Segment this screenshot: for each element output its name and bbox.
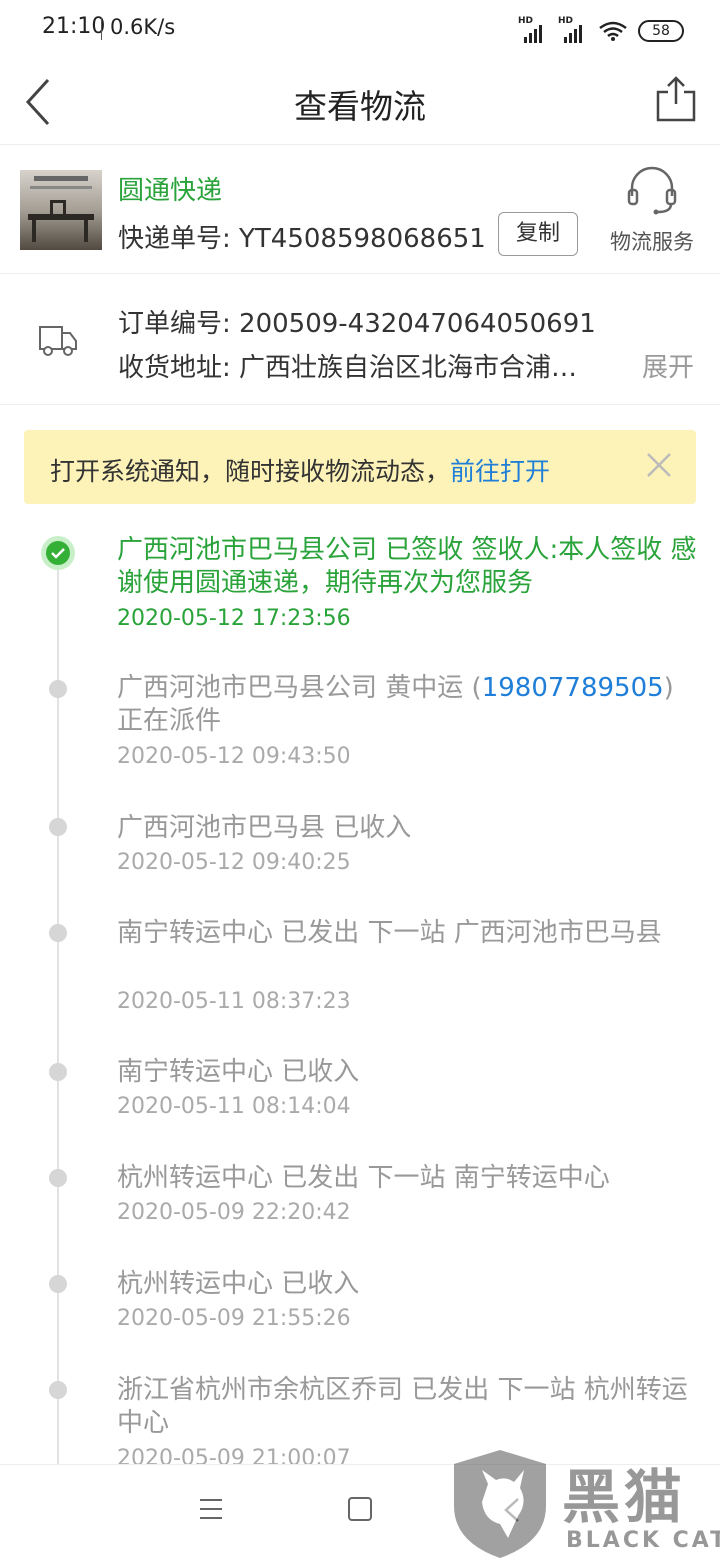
timeline-text: 南宁转运中心 已收入 <box>117 1057 360 1087</box>
timeline-text: 浙江省杭州市余杭区乔司 已发出 下一站 杭州转运中心 <box>117 1375 688 1438</box>
wifi-icon <box>599 21 627 41</box>
timeline-text: 南宁转运中心 已发出 下一站 广西河池市巴马县 <box>117 918 662 948</box>
timeline-dot <box>49 818 67 836</box>
notification-banner: 打开系统通知，随时接收物流动态，前往打开 <box>24 430 696 504</box>
page-title: 查看物流 <box>294 87 426 126</box>
signal-icon: HD <box>558 16 588 43</box>
open-notifications-link[interactable]: 前往打开 <box>450 457 550 486</box>
menu-icon[interactable] <box>200 1499 222 1519</box>
timeline-text: 杭州转运中心 已发出 下一站 南宁转运中心 <box>117 1163 610 1193</box>
status-bar: 21:10 0.6K/s HD HD 58 <box>0 0 720 60</box>
timeline-time: 2020-05-11 08:37:23 <box>117 989 351 1014</box>
timeline-dot <box>49 680 67 698</box>
expand-button[interactable]: 展开 <box>642 347 694 384</box>
status-time: 21:10 <box>42 14 106 39</box>
close-icon[interactable] <box>644 450 674 480</box>
courier-phone-link[interactable]: 19807789505 <box>482 673 664 703</box>
timeline-text: 广西河池市巴马县 已收入 <box>117 813 412 843</box>
app-header: 查看物流 <box>0 60 720 145</box>
delivery-address: 收货地址: 广西壮族自治区北海市合浦… <box>118 353 578 383</box>
signal-icon: HD <box>518 16 548 43</box>
copy-button[interactable]: 复制 <box>498 212 578 256</box>
timeline-time: 2020-05-09 21:55:26 <box>117 1306 351 1331</box>
timeline-time: 2020-05-12 17:23:56 <box>117 606 351 631</box>
order-number: 订单编号: 200509-432047064050691 <box>118 309 596 339</box>
blackcat-watermark: 黑猫 BLACK CAT <box>448 1446 720 1560</box>
truck-icon <box>39 326 77 356</box>
timeline-dot <box>49 1381 67 1399</box>
status-separator <box>101 18 102 40</box>
home-icon[interactable] <box>348 1497 372 1521</box>
timeline-text: 杭州转运中心 已收入 <box>117 1269 360 1299</box>
timeline-time: 2020-05-11 08:14:04 <box>117 1094 351 1119</box>
order-card: 订单编号: 200509-432047064050691 收货地址: 广西壮族自… <box>0 275 720 405</box>
timeline-time: 2020-05-09 21:00:07 <box>117 1446 351 1464</box>
battery-indicator: 58 <box>638 20 684 42</box>
timeline-dot <box>49 1275 67 1293</box>
share-icon[interactable] <box>654 74 698 124</box>
check-icon <box>41 536 75 570</box>
timeline-dot <box>49 1169 67 1187</box>
network-speed: 0.6K/s <box>110 15 176 39</box>
timeline-time: 2020-05-09 22:20:42 <box>117 1200 351 1225</box>
timeline-dot <box>49 924 67 942</box>
timeline-text: 广西河池市巴马县公司 已签收 签收人:本人签收 感谢使用圆通速递，期待再次为您服… <box>117 535 697 598</box>
timeline-text: 广西河池市巴马县公司 黄中运 (19807789505) 正在派件 <box>117 673 674 736</box>
status-icons: HD HD 58 <box>518 16 684 44</box>
tracking-timeline: 广西河池市巴马县公司 已签收 签收人:本人签收 感谢使用圆通速递，期待再次为您服… <box>0 520 720 1464</box>
tracking-number: 快递单号: YT4508598068651 <box>118 224 486 254</box>
cat-shield-logo-icon <box>454 1450 546 1558</box>
logistics-service-button[interactable]: 物流服务 <box>604 164 700 264</box>
courier-card: 圆通快递 快递单号: YT4508598068651 复制 物流服务 <box>0 146 720 274</box>
notice-text: 打开系统通知，随时接收物流动态，前往打开 <box>50 457 551 486</box>
timeline-time: 2020-05-12 09:40:25 <box>117 850 351 875</box>
courier-name: 圆通快递 <box>118 176 223 206</box>
watermark-cn: 黑猫 <box>562 1463 687 1531</box>
timeline-dot <box>49 1063 67 1081</box>
timeline-time: 2020-05-12 09:43:50 <box>117 744 351 769</box>
watermark-en: BLACK CAT <box>566 1528 720 1553</box>
logistics-service-label: 物流服务 <box>610 230 694 254</box>
product-thumbnail[interactable] <box>20 170 102 250</box>
headset-icon <box>627 166 677 215</box>
